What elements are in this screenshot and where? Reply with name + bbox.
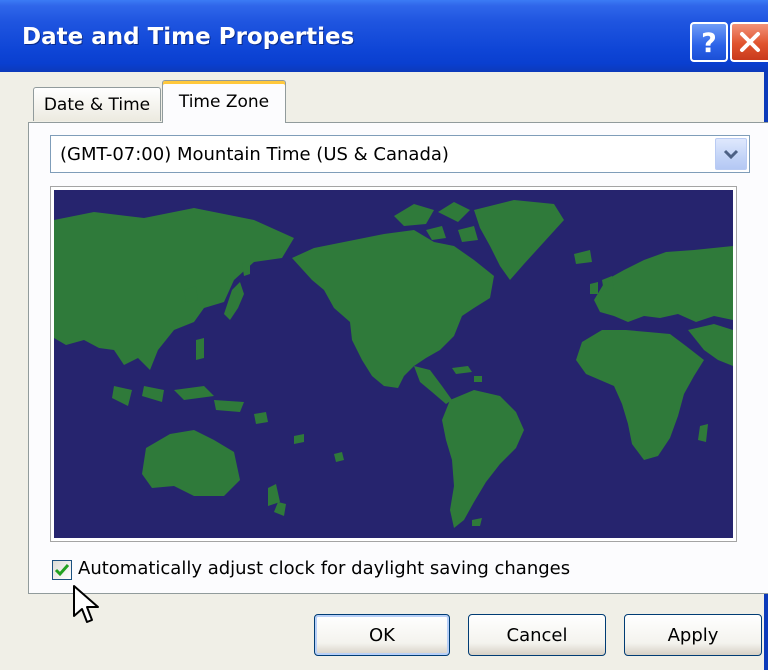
timezone-select[interactable]: (GMT-07:00) Mountain Time (US & Canada) (50, 135, 750, 173)
tab-date-time[interactable]: Date & Time (33, 87, 161, 121)
close-icon (740, 32, 760, 52)
title-bar: Date and Time Properties ? (0, 0, 768, 72)
mouse-pointer-icon (73, 585, 99, 623)
tab-time-zone-label: Time Zone (178, 92, 270, 112)
timezone-dropdown-button[interactable] (715, 138, 747, 170)
world-map-image (54, 190, 733, 538)
daylight-saving-label: Automatically adjust clock for daylight … (78, 558, 571, 579)
window-title: Date and Time Properties (22, 24, 355, 50)
timezone-selected-value: (GMT-07:00) Mountain Time (US & Canada) (60, 144, 449, 165)
checkmark-icon (54, 564, 70, 577)
tab-date-time-label: Date & Time (43, 94, 151, 115)
help-button[interactable]: ? (690, 22, 728, 62)
ok-button[interactable]: OK (314, 614, 450, 656)
tab-time-zone[interactable]: Time Zone (162, 80, 286, 123)
help-glyph: ? (701, 28, 717, 57)
help-icon: ? (701, 28, 717, 57)
world-map[interactable] (50, 186, 737, 542)
daylight-saving-checkbox[interactable] (52, 560, 72, 580)
close-button[interactable] (730, 22, 768, 62)
apply-button[interactable]: Apply (624, 614, 762, 656)
dropdown-arrow-icon (723, 149, 739, 160)
cancel-button[interactable]: Cancel (468, 614, 606, 656)
